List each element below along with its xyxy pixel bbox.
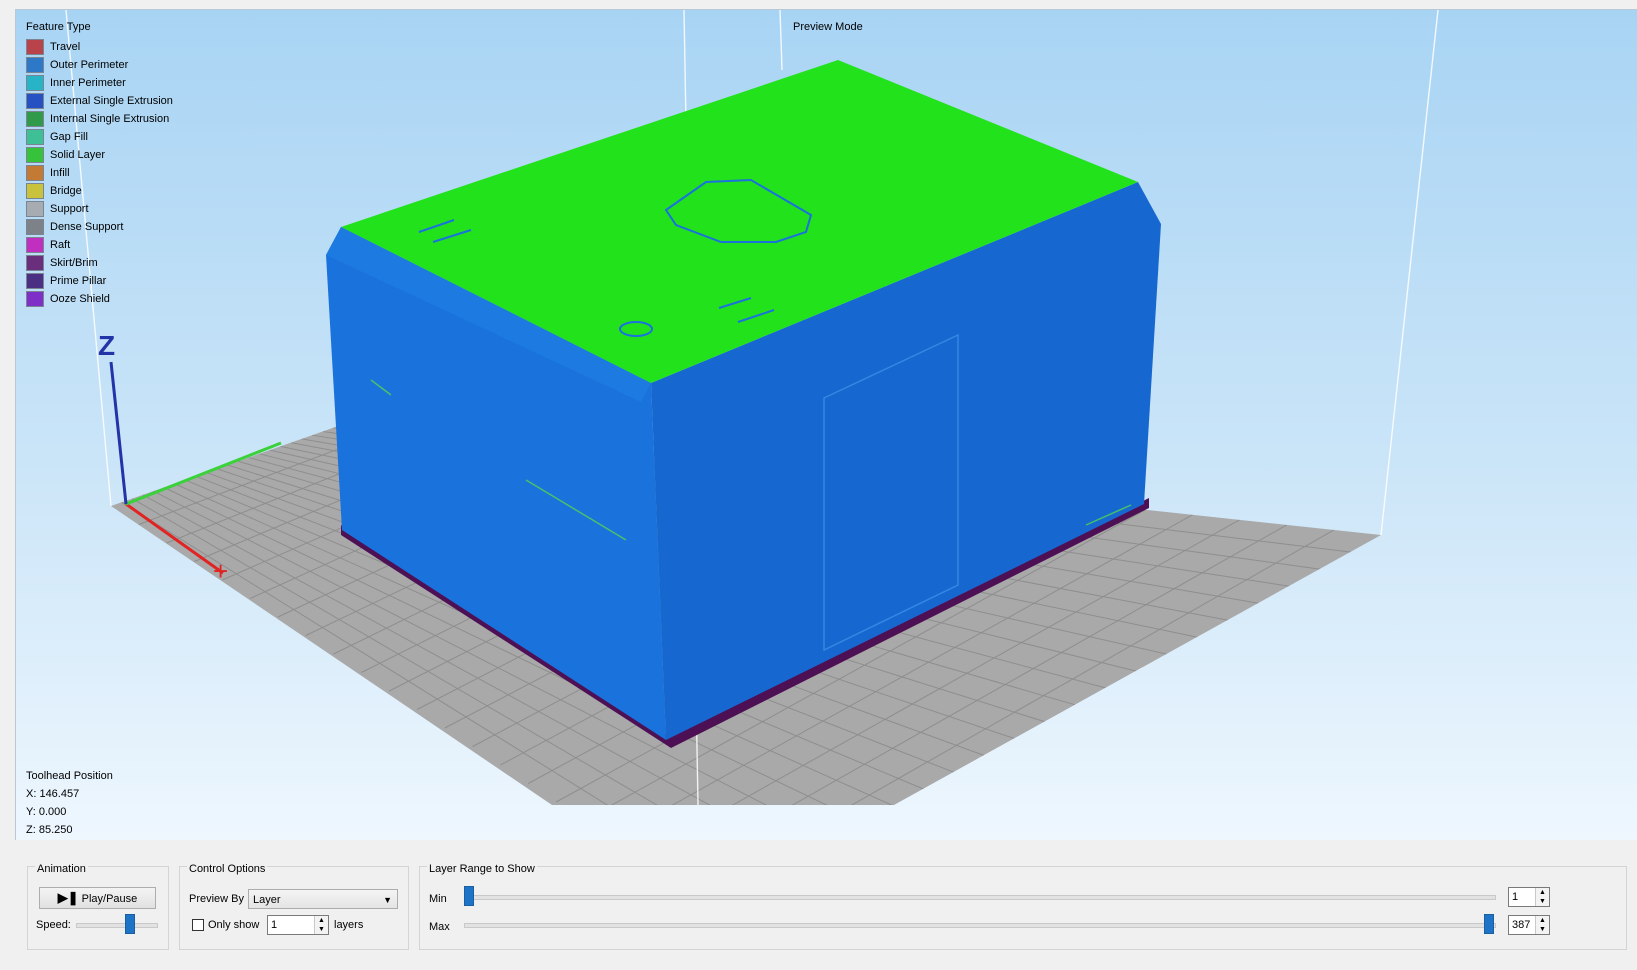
toolhead-z: Z: 85.250: [26, 824, 73, 836]
preview-by-select[interactable]: Layer ▼: [248, 889, 398, 909]
toolhead-position: Toolhead Position X: 146.457 Y: 0.000 Z:…: [26, 767, 113, 839]
preview-viewport[interactable]: + Z Preview Mode Feature Type Travel Oute…: [15, 9, 1637, 840]
play-pause-icon: ▶❚: [57, 890, 79, 905]
min-slider-thumb[interactable]: [464, 886, 474, 906]
min-value: 1: [1512, 891, 1519, 903]
legend-label: Skirt/Brim: [50, 257, 98, 269]
legend-label: Ooze Shield: [50, 293, 110, 305]
toolhead-title: Toolhead Position: [26, 770, 113, 782]
play-pause-label: Play/Pause: [81, 893, 138, 905]
legend-swatch: [26, 255, 44, 271]
preview-by-value: Layer: [253, 894, 281, 906]
legend-label: Raft: [50, 239, 71, 251]
layer-range-title: Layer Range to Show: [427, 863, 537, 875]
legend-label: Outer Perimeter: [50, 59, 129, 71]
spin-arrows-icon[interactable]: ▲ ▼: [1535, 888, 1549, 906]
speed-label: Speed:: [36, 919, 71, 931]
max-label: Max: [429, 921, 450, 933]
chevron-down-icon: ▼: [383, 895, 392, 905]
toolhead-x: X: 146.457: [26, 788, 80, 800]
legend-label: Infill: [50, 167, 70, 179]
only-show-checkbox[interactable]: [192, 919, 204, 931]
3d-scene[interactable]: + Z: [16, 10, 1637, 840]
legend-label: Travel: [50, 41, 81, 53]
legend-swatch: [26, 291, 44, 307]
legend-swatch: [26, 219, 44, 235]
legend-swatch: [26, 129, 44, 145]
axis-z-label: Z: [98, 330, 115, 361]
legend-label: External Single Extrusion: [50, 95, 173, 107]
play-pause-button[interactable]: ▶❚ Play/Pause: [39, 887, 156, 909]
control-options-title: Control Options: [187, 863, 268, 875]
only-show-label: Only show: [208, 919, 260, 931]
speed-slider-track[interactable]: [76, 923, 158, 928]
legend-label: Solid Layer: [50, 149, 106, 161]
legend-swatch: [26, 201, 44, 217]
svg-text:+: +: [213, 556, 228, 586]
legend-label: Internal Single Extrusion: [50, 113, 170, 125]
legend-title: Feature Type: [26, 21, 91, 33]
max-value: 387: [1512, 919, 1531, 931]
max-slider-track[interactable]: [464, 923, 1496, 928]
animation-title: Animation: [35, 863, 88, 875]
legend-swatch: [26, 237, 44, 253]
legend-swatch: [26, 147, 44, 163]
legend-label: Dense Support: [50, 221, 124, 233]
legend-label: Prime Pillar: [50, 275, 107, 287]
legend-swatch: [26, 273, 44, 289]
spin-arrows-icon[interactable]: ▲ ▼: [1535, 916, 1549, 934]
speed-slider-thumb[interactable]: [125, 914, 135, 934]
control-panel: Animation ▶❚ Play/Pause Speed: Control O…: [15, 848, 1637, 968]
legend-swatch: [26, 93, 44, 109]
legend-swatch: [26, 57, 44, 73]
spin-arrows-icon[interactable]: ▲ ▼: [314, 916, 328, 934]
legend-swatch: [26, 183, 44, 199]
max-slider-thumb[interactable]: [1484, 914, 1494, 934]
legend-swatch: [26, 39, 44, 55]
legend-swatch: [26, 165, 44, 181]
control-options-group: Control Options Preview By Layer ▼ Only …: [179, 863, 409, 950]
only-show-value: 1: [271, 919, 278, 931]
legend-label: Support: [50, 203, 89, 215]
preview-by-label: Preview By: [189, 893, 245, 905]
min-label: Min: [429, 893, 447, 905]
preview-mode-label: Preview Mode: [793, 21, 863, 33]
toolhead-y: Y: 0.000: [26, 806, 67, 818]
only-show-spinbox[interactable]: 1 ▲ ▼: [267, 915, 329, 935]
max-spinbox[interactable]: 387 ▲ ▼: [1508, 915, 1550, 935]
animation-group: Animation ▶❚ Play/Pause Speed:: [27, 863, 169, 950]
layers-label: layers: [334, 919, 364, 931]
min-spinbox[interactable]: 1 ▲ ▼: [1508, 887, 1550, 907]
legend-label: Inner Perimeter: [50, 77, 126, 89]
legend-label: Gap Fill: [50, 131, 88, 143]
legend-swatch: [26, 75, 44, 91]
min-slider-track[interactable]: [464, 895, 1496, 900]
legend-swatch: [26, 111, 44, 127]
legend-label: Bridge: [50, 185, 82, 197]
layer-range-group: Layer Range to Show Min 1 ▲ ▼ Max 387 ▲ ▼: [419, 863, 1627, 950]
